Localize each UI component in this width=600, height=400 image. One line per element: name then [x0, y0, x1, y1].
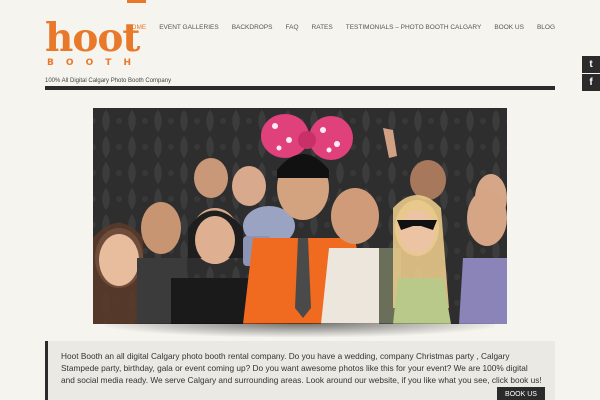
- photo-booth-group-image: [93, 108, 507, 324]
- book-us-button[interactable]: BOOK US: [497, 387, 545, 400]
- intro-box: Hoot Booth an all digital Calgary photo …: [45, 341, 555, 400]
- nav-item-testimonials[interactable]: TESTIMONIALS – PHOTO BOOTH CALGARY: [346, 0, 482, 31]
- logo-letter: T: [105, 58, 114, 68]
- twitter-icon[interactable]: t: [582, 56, 600, 73]
- main-nav: HOME EVENT GALLERIES BACKDROPS FAQ RATES…: [114, 0, 555, 40]
- nav-item-home[interactable]: HOME: [126, 0, 146, 31]
- logo-letter: O: [65, 58, 76, 68]
- facebook-icon[interactable]: f: [582, 74, 600, 91]
- logo-letter: O: [85, 58, 96, 68]
- nav-item-event-galleries[interactable]: EVENT GALLERIES: [159, 0, 219, 31]
- hero-shadow: [105, 323, 495, 337]
- hero-photo: [93, 108, 507, 324]
- nav-item-blog[interactable]: BLOG: [537, 0, 555, 31]
- site-tagline: 100% All Digital Calgary Photo Booth Com…: [45, 78, 172, 84]
- intro-text: Hoot Booth an all digital Calgary photo …: [61, 351, 542, 385]
- social-links: t f: [582, 56, 600, 92]
- nav-item-rates[interactable]: RATES: [312, 0, 333, 31]
- logo-subtitle: B O O T H: [47, 58, 133, 68]
- nav-item-backdrops[interactable]: BACKDROPS: [232, 0, 273, 31]
- header-divider: [45, 86, 555, 90]
- nav-item-book-us[interactable]: BOOK US: [494, 0, 524, 31]
- logo-letter: H: [123, 58, 133, 68]
- nav-item-faq[interactable]: FAQ: [286, 0, 299, 31]
- logo-letter: B: [47, 58, 56, 68]
